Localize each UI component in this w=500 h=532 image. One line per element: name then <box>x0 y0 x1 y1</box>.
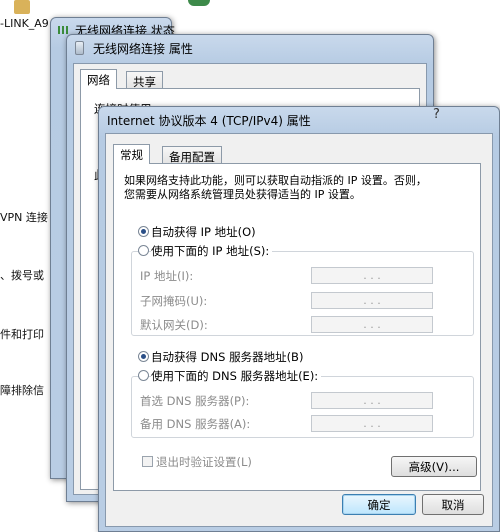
ip-auto-label[interactable]: 自动获得 IP 地址(O) <box>151 224 256 240</box>
default-gateway-field[interactable]: . . . <box>311 316 433 333</box>
ipv4-dialog-content: 常规 备用配置 如果网络支持此功能，则可以获取自动指派的 IP 设置。否则， 您… <box>105 133 493 527</box>
tab-network[interactable]: 网络 <box>80 69 117 89</box>
tab-alternate-config[interactable]: 备用配置 <box>162 146 222 164</box>
bg-item-printer[interactable]: 件和打印 <box>0 326 44 342</box>
validate-settings-checkbox[interactable] <box>142 456 153 467</box>
alternate-dns-label: 备用 DNS 服务器(A): <box>140 417 251 431</box>
bg-item-link[interactable]: -LINK_A9 <box>0 17 49 30</box>
ip-auto-radio[interactable] <box>138 226 149 237</box>
subnet-mask-field[interactable]: . . . <box>311 292 433 309</box>
dns-manual-label[interactable]: 使用下面的 DNS 服务器地址(E): <box>151 368 322 384</box>
help-button[interactable]: ? <box>433 107 440 122</box>
properties-window-title: 无线网络连接 属性 <box>93 42 193 56</box>
preferred-dns-field[interactable]: . . . <box>311 392 433 409</box>
ok-button[interactable]: 确定 <box>342 494 416 515</box>
general-tab-panel: 如果网络支持此功能，则可以获取自动指派的 IP 设置。否则， 您需要从网络系统管… <box>113 163 481 491</box>
advanced-button[interactable]: 高级(V)... <box>391 456 477 477</box>
tab-general[interactable]: 常规 <box>113 144 150 164</box>
alternate-dns-field[interactable]: . . . <box>311 415 433 432</box>
description-line-2: 您需要从网络系统管理员处获得适当的 IP 设置。 <box>124 188 361 201</box>
tab-sharing[interactable]: 共享 <box>126 71 163 89</box>
dns-manual-radio[interactable] <box>138 370 149 381</box>
network-adapter-icon <box>75 41 84 55</box>
folder-icon <box>14 0 30 14</box>
bg-item-vpn[interactable]: VPN 连接 <box>0 209 48 225</box>
ip-address-label: IP 地址(I): <box>140 269 194 283</box>
signal-icon <box>58 26 68 34</box>
bg-item-troubleshoot[interactable]: 障排除信 <box>0 382 44 398</box>
cancel-button[interactable]: 取消 <box>422 494 484 515</box>
validate-settings-label[interactable]: 退出时验证设置(L) <box>156 454 252 470</box>
ip-address-field[interactable]: . . . <box>311 267 433 284</box>
bg-item-dialup[interactable]: 、拨号或 <box>0 267 44 283</box>
ip-manual-label[interactable]: 使用下面的 IP 地址(S): <box>151 243 273 259</box>
dns-auto-label[interactable]: 自动获得 DNS 服务器地址(B) <box>151 349 303 365</box>
ipv4-properties-dialog[interactable]: Internet 协议版本 4 (TCP/IPv4) 属性 ? 常规 备用配置 … <box>98 106 500 532</box>
subnet-mask-label: 子网掩码(U): <box>140 294 208 308</box>
ip-manual-radio[interactable] <box>138 245 149 256</box>
default-gateway-label: 默认网关(D): <box>140 318 208 332</box>
dns-auto-radio[interactable] <box>138 351 149 362</box>
ipv4-dialog-title: Internet 协议版本 4 (TCP/IPv4) 属性 <box>107 114 311 128</box>
globe-icon <box>188 0 210 6</box>
preferred-dns-label: 首选 DNS 服务器(P): <box>140 394 250 408</box>
